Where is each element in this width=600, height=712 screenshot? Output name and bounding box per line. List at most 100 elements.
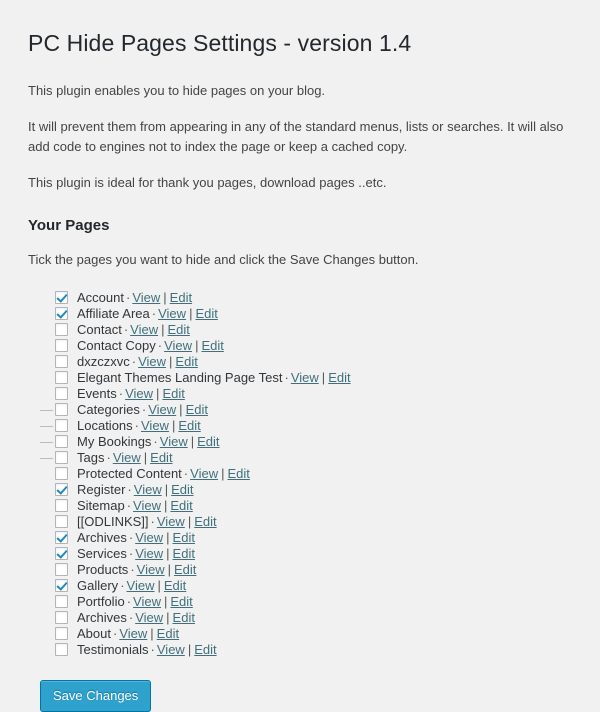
page-hide-checkbox[interactable] [55,467,68,481]
view-link[interactable]: View [133,594,161,610]
page-title-label: About [77,625,111,641]
view-link[interactable]: View [141,418,169,434]
page-hide-checkbox[interactable] [55,547,68,561]
edit-link[interactable]: Edit [175,354,197,370]
intro-paragraph: It will prevent them from appearing in a… [28,119,564,155]
view-link[interactable]: View [291,370,319,386]
separator-dot: · [141,401,147,417]
view-link[interactable]: View [160,434,188,450]
separator-dot: · [128,609,134,625]
edit-link[interactable]: Edit [195,306,217,322]
page-title-label: Sitemap [77,497,125,513]
page-list-item: — Locations · View | Edit [40,418,578,434]
view-link[interactable]: View [133,498,161,514]
page-hide-checkbox[interactable] [55,611,68,625]
edit-link[interactable]: Edit [171,482,193,498]
edit-link[interactable]: Edit [168,322,190,338]
view-link[interactable]: View [134,482,162,498]
page-hide-checkbox[interactable] [55,563,68,577]
page-hide-checkbox[interactable] [55,435,68,449]
edit-link[interactable]: Edit [194,642,216,658]
edit-link[interactable]: Edit [328,370,350,386]
page-hide-checkbox[interactable] [55,371,68,385]
separator-dot: · [127,481,132,497]
separator-dot: · [134,417,139,433]
view-link[interactable]: View [135,610,163,626]
edit-link[interactable]: Edit [170,498,192,514]
instruction-text: Tick the pages you want to hide and clic… [28,252,419,268]
edit-link[interactable]: Edit [150,450,172,466]
page-hide-checkbox[interactable] [55,291,68,305]
view-link[interactable]: View [135,530,163,546]
view-link[interactable]: View [137,562,165,578]
view-link[interactable]: View [148,402,176,418]
intro-paragraphs: This plugin enables you to hide pages on… [28,81,578,194]
page-hide-checkbox[interactable] [55,451,68,465]
view-link[interactable]: View [127,578,155,594]
page-title-label: Portfolio [77,593,125,609]
edit-link[interactable]: Edit [174,562,196,578]
page-title: PC Hide Pages Settings - version 1.4 [28,30,412,56]
page-hide-checkbox[interactable] [55,627,68,641]
view-link[interactable]: View [135,546,163,562]
edit-link[interactable]: Edit [194,514,216,530]
view-link[interactable]: View [158,306,186,322]
view-link[interactable]: View [113,450,141,466]
page-hide-checkbox[interactable] [55,323,68,337]
child-dash-icon: — [40,417,53,433]
page-hide-checkbox[interactable] [55,483,68,497]
separator-dot: · [157,337,163,353]
page-hide-checkbox[interactable] [55,515,68,529]
edit-link[interactable]: Edit [173,530,195,546]
edit-link[interactable]: Edit [170,594,192,610]
page-hide-checkbox[interactable] [55,339,68,353]
view-link[interactable]: View [157,514,185,530]
edit-link[interactable]: Edit [157,626,179,642]
link-divider: | [195,337,199,353]
view-link[interactable]: View [119,626,147,642]
page-hide-checkbox[interactable] [55,387,68,401]
page-title-label: My Bookings [77,433,152,449]
page-hide-checkbox[interactable] [55,499,68,513]
edit-link[interactable]: Edit [173,546,195,562]
separator-dot: · [284,369,289,385]
separator-dot: · [131,353,137,369]
page-hide-checkbox[interactable] [55,579,68,593]
page-hide-checkbox[interactable] [55,355,68,369]
edit-link[interactable]: Edit [178,418,200,434]
page-list-item: Contact · View | Edit [40,322,578,338]
view-link[interactable]: View [190,466,218,482]
separator-dot: · [120,577,125,593]
link-divider: | [221,465,225,481]
edit-link[interactable]: Edit [186,402,208,418]
view-link[interactable]: View [125,386,153,402]
edit-link[interactable]: Edit [162,386,184,402]
page-hide-checkbox[interactable] [55,403,68,417]
edit-link[interactable]: Edit [164,578,186,594]
link-divider: | [164,593,168,609]
page-title-label: Gallery [77,577,119,593]
save-changes-button[interactable]: Save Changes [40,679,152,712]
separator-dot: · [183,465,189,481]
view-link[interactable]: View [132,290,160,306]
edit-link[interactable]: Edit [201,338,223,354]
page-list-item: Archives · View | Edit [40,530,578,546]
page-hide-checkbox[interactable] [55,307,68,321]
view-link[interactable]: View [157,642,185,658]
edit-link[interactable]: Edit [197,434,219,450]
view-link[interactable]: View [138,354,166,370]
page-hide-checkbox[interactable] [55,419,68,433]
page-list-item: Services · View | Edit [40,546,578,562]
page-hide-checkbox[interactable] [55,531,68,545]
page-hide-checkbox[interactable] [55,643,68,657]
page-hide-checkbox[interactable] [55,595,68,609]
edit-link[interactable]: Edit [173,610,195,626]
page-title-label: Elegant Themes Landing Page Test [77,369,283,385]
view-link[interactable]: View [130,322,158,338]
view-link[interactable]: View [164,338,192,354]
link-divider: | [190,433,195,449]
edit-link[interactable]: Edit [227,466,249,482]
link-divider: | [179,401,183,417]
separator-dot: · [153,433,158,449]
edit-link[interactable]: Edit [170,290,192,306]
